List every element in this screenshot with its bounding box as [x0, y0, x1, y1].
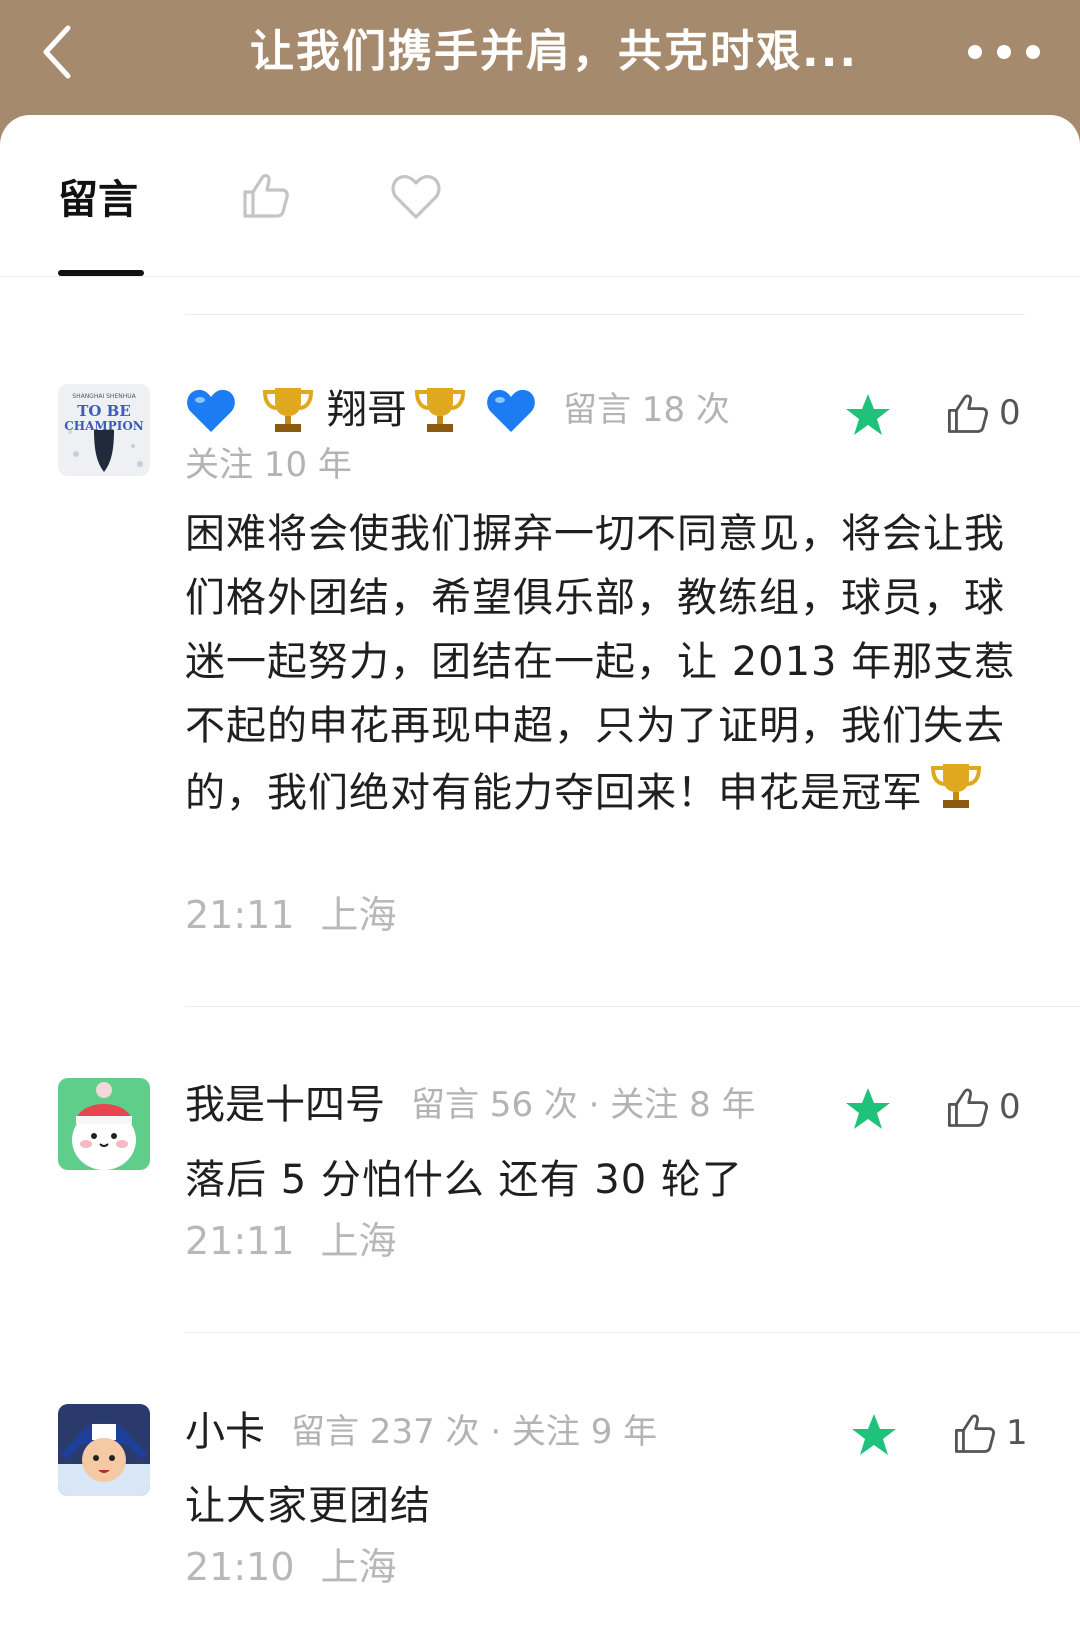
heart-outline-icon	[391, 175, 441, 219]
tab-favorites[interactable]	[390, 172, 442, 222]
tab-divider	[0, 276, 1080, 277]
thumbs-up-icon	[947, 394, 988, 433]
comment-text: 让大家更团结	[185, 1483, 431, 1529]
comment-text: 落后 5 分怕什么 还有 30 轮了	[185, 1157, 743, 1203]
comment-divider	[185, 1332, 1080, 1333]
comment-meta: 留言 237 次 · 关注 9 年	[291, 1412, 658, 1452]
comment-time-location: 21:11 上海	[185, 1214, 397, 1268]
comment-location: 上海	[320, 1545, 397, 1589]
comment-meta: 留言 56 次 · 关注 8 年	[411, 1085, 756, 1125]
comment-time-location: 21:10 上海	[185, 1540, 397, 1594]
avatar-image: SHANGHAI SHENHUA TO BE CHAMPION	[58, 384, 150, 476]
like-count: 0	[999, 1087, 1021, 1127]
blue-heart-icon	[187, 389, 235, 432]
comment-location: 上海	[320, 893, 397, 937]
username[interactable]: 我是十四号	[185, 1075, 385, 1135]
username[interactable]: 翔哥	[327, 380, 407, 440]
more-icon-dot	[997, 45, 1011, 59]
page-title: 让我们携手并肩，共克时艰...	[250, 26, 859, 77]
trophy-icon	[414, 388, 466, 432]
tab-likes[interactable]	[240, 170, 290, 220]
comment-time: 21:11	[185, 893, 295, 937]
thumbs-up-icon	[947, 1088, 988, 1127]
blue-heart-icon	[487, 389, 535, 432]
like-button[interactable]: 0	[945, 388, 1021, 438]
more-icon-dot	[968, 45, 982, 59]
username[interactable]: 小卡	[185, 1402, 265, 1462]
comment-header: 我是十四号 留言 56 次 · 关注 8 年	[185, 1075, 756, 1135]
star-icon[interactable]	[850, 1412, 898, 1458]
more-icon-dot	[1026, 45, 1040, 59]
avatar[interactable]	[58, 1078, 150, 1170]
like-button[interactable]: 1	[952, 1408, 1028, 1458]
list-divider	[185, 314, 1025, 315]
comment-time-location: 21:11 上海	[185, 888, 397, 942]
tab-messages[interactable]: 留言	[58, 170, 138, 230]
comment-header: 翔哥 留言 18 次	[185, 380, 730, 440]
follow-duration: 关注 10 年	[185, 445, 352, 485]
comment-time: 21:10	[185, 1545, 295, 1589]
star-icon[interactable]	[844, 392, 892, 438]
comment-time: 21:11	[185, 1219, 295, 1263]
trophy-icon	[262, 388, 314, 432]
avatar-caption: CHAMPION	[64, 419, 144, 433]
avatar-image	[58, 1078, 150, 1170]
comment-divider	[185, 1006, 1080, 1007]
more-button[interactable]	[968, 30, 1040, 74]
comment-text: 困难将会使我们摒弃一切不同意见，将会让我们格外团结，希望俱乐部，教练组，球员，球…	[185, 502, 1025, 825]
content-sheet	[0, 115, 1080, 1625]
avatar-caption: SHANGHAI SHENHUA	[72, 393, 136, 400]
back-button[interactable]	[38, 22, 82, 82]
like-count: 1	[1006, 1413, 1028, 1453]
comment-body: 困难将会使我们摒弃一切不同意见，将会让我们格外团结，希望俱乐部，教练组，球员，球…	[185, 511, 1016, 816]
trophy-icon	[930, 764, 982, 808]
avatar-image	[58, 1404, 150, 1496]
back-arrow-icon	[43, 25, 71, 79]
avatar-caption: TO BE	[77, 402, 131, 420]
like-button[interactable]: 0	[945, 1082, 1021, 1132]
comment-meta: 留言 18 次	[563, 390, 730, 430]
thumbs-up-icon	[243, 174, 289, 218]
comment-location: 上海	[320, 1219, 397, 1263]
comment-header: 小卡 留言 237 次 · 关注 9 年	[185, 1402, 657, 1462]
avatar[interactable]: SHANGHAI SHENHUA TO BE CHAMPION	[58, 384, 150, 476]
thumbs-up-icon	[954, 1414, 995, 1453]
star-icon[interactable]	[844, 1086, 892, 1132]
avatar[interactable]	[58, 1404, 150, 1496]
like-count: 0	[999, 393, 1021, 433]
